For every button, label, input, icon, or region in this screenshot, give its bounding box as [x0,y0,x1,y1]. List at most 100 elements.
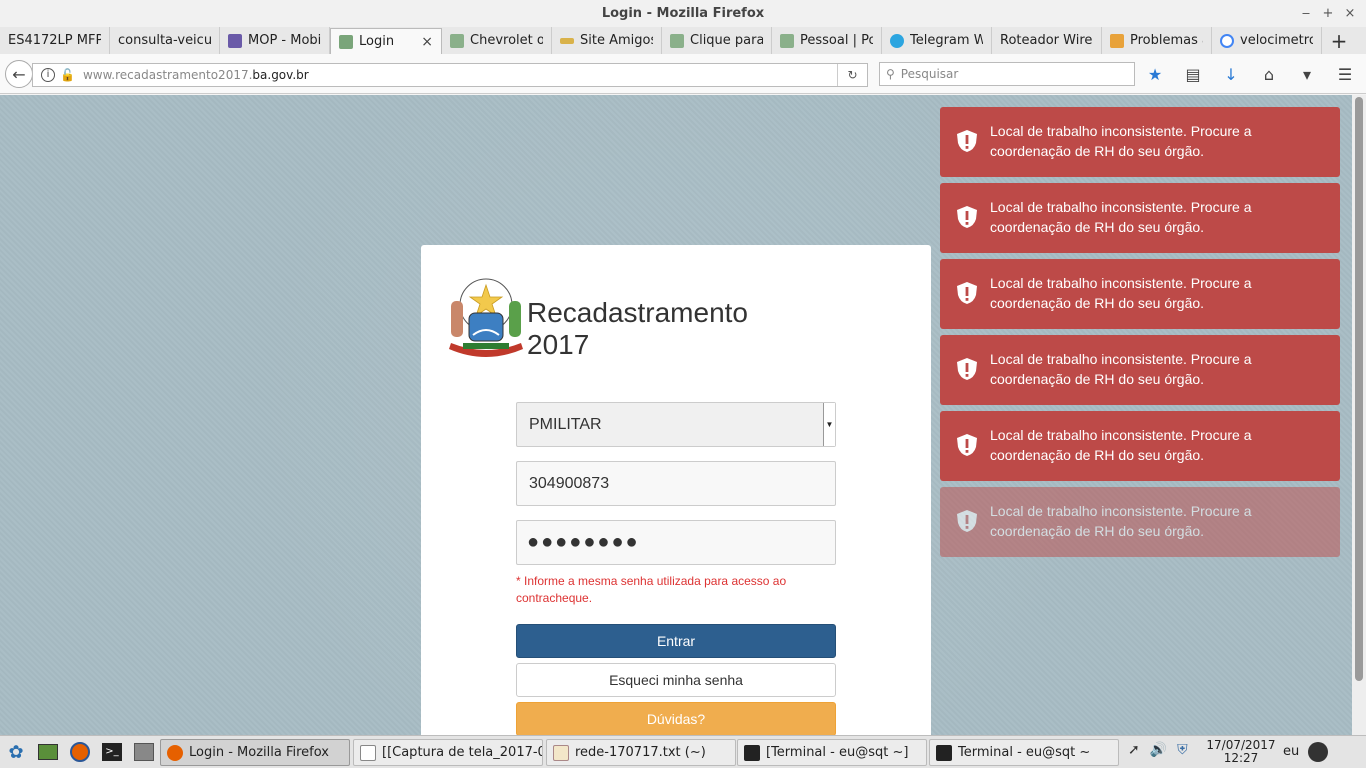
tab-consulta-veiculo[interactable]: consulta-veiculo [110,27,220,54]
chevron-down-icon[interactable]: ▼ [823,403,835,446]
user-id-input[interactable]: 304900873 [516,461,836,506]
task-terminal-1[interactable]: [Terminal - eu@sqt ~] [737,739,927,766]
toolbar-icons: ★ ▤ ↓ ⌂ ▾ ☰ [1145,62,1355,86]
page-scrollbar[interactable] [1352,95,1366,735]
tab-roteador[interactable]: Roteador Wirele [992,27,1102,54]
page-icon [780,33,794,48]
task-firefox[interactable]: Login - Mozilla Firefox [160,739,350,766]
tab-login[interactable]: Login × [330,28,442,54]
task-screenshot[interactable]: [[Captura de tela_2017-07-... [353,739,543,766]
tab-pessoal[interactable]: Pessoal | Po [772,27,882,54]
chevrolet-icon [560,37,574,44]
tab-clique-para[interactable]: Clique para [662,27,772,54]
info-icon[interactable]: i [41,68,55,82]
shield-alert-icon [957,130,977,152]
arrow-left-icon: ← [12,64,26,84]
updates-shield-icon[interactable]: ⛨ [1177,742,1188,758]
tab-chevrolet[interactable]: Chevrolet of [442,27,552,54]
page-title: Recadastramento 2017 [527,297,748,361]
network-icon[interactable]: ➚ [1128,742,1140,758]
title-line-1: Recadastramento [527,297,749,328]
forgot-password-button[interactable]: Esqueci minha senha [516,663,836,697]
page-content: Recadastramento 2017 PMILITAR ▼ 30490087… [0,95,1352,735]
organization-select[interactable]: PMILITAR ▼ [516,402,836,447]
shield-alert-icon [957,282,977,304]
close-window-button[interactable]: × [1344,0,1356,27]
window-titlebar: Login - Mozilla Firefox ‒ + × [0,0,1366,27]
tab-label: Clique para [690,33,763,48]
terminal-launcher-icon[interactable]: >_ [100,740,124,764]
desktop-icon[interactable] [36,740,60,764]
new-tab-button[interactable]: + [1322,27,1356,54]
home-icon[interactable]: ⌂ [1259,65,1279,84]
tab-label: consulta-veiculo [118,33,211,48]
error-notification[interactable]: Local de trabalho inconsistente. Procure… [940,335,1340,405]
menu-icon[interactable]: ☰ [1335,65,1355,84]
xfce-menu-icon[interactable]: ✿ [4,740,28,764]
power-icon[interactable] [1308,742,1328,762]
login-card: Recadastramento 2017 PMILITAR ▼ 30490087… [421,245,931,735]
scrollbar-thumb[interactable] [1355,97,1363,681]
terminal-icon [744,744,760,761]
google-icon [1220,33,1234,48]
error-notification[interactable]: Local de trabalho inconsistente. Procure… [940,107,1340,177]
task-label: [Terminal - eu@sqt ~] [766,745,909,760]
reading-list-icon[interactable]: ▤ [1183,65,1203,84]
tab-label: Telegram W [910,33,983,48]
notification-message: Local de trabalho inconsistente. Procure… [990,351,1252,387]
tab-label: Problemas a [1130,33,1203,48]
user-id-value: 304900873 [529,474,610,492]
url-text[interactable]: www.recadastramento2017.ba.gov.br [83,68,309,82]
minimize-button[interactable]: ‒ [1300,0,1312,27]
window-controls: ‒ + × [1300,0,1356,27]
state-coat-of-arms-logo [449,278,523,357]
shield-alert-icon [957,206,977,228]
maximize-button[interactable]: + [1322,0,1334,27]
tab-site-amigos[interactable]: Site Amigos [552,27,662,54]
help-button[interactable]: Dúvidas? [516,702,836,735]
clock[interactable]: 17/07/2017 12:27 [1206,739,1276,765]
tab-label: Roteador Wirele [1000,33,1093,48]
insecure-lock-icon[interactable]: 🔓 [60,68,75,82]
file-manager-icon[interactable] [132,740,156,764]
bookmark-star-icon[interactable]: ★ [1145,65,1165,84]
task-label: Terminal - eu@sqt ~ [958,745,1091,760]
close-tab-icon[interactable]: × [421,34,433,50]
error-notification[interactable]: Local de trabalho inconsistente. Procure… [940,411,1340,481]
tab-es4172lp[interactable]: ES4172LP MFP [0,27,110,54]
tab-problemas[interactable]: Problemas a [1102,27,1212,54]
system-tray: ➚ 🔊 ⛨ [1128,742,1188,758]
notification-message: Local de trabalho inconsistente. Procure… [990,199,1252,235]
pocket-icon[interactable]: ▾ [1297,65,1317,84]
password-hint: * Informe a mesma senha utilizada para a… [516,574,787,605]
back-button[interactable]: ← [5,60,33,88]
page-icon [670,33,684,48]
search-placeholder: Pesquisar [900,67,959,81]
login-button[interactable]: Entrar [516,624,836,658]
task-terminal-2[interactable]: Terminal - eu@sqt ~ [929,739,1119,766]
error-notification[interactable]: Local de trabalho inconsistente. Procure… [940,183,1340,253]
download-icon[interactable]: ↓ [1221,65,1241,84]
tab-velocimetro[interactable]: velocimetro [1212,27,1322,54]
keyboard-layout[interactable]: eu [1283,744,1299,759]
organization-select-value: PMILITAR [529,415,602,433]
url-prefix: www.recadastramento2017. [82,68,253,82]
volume-icon[interactable]: 🔊 [1150,742,1167,758]
firefox-launcher-icon[interactable] [68,740,92,764]
tab-telegram[interactable]: Telegram W [882,27,992,54]
firefox-icon [167,744,183,761]
notification-message: Local de trabalho inconsistente. Procure… [990,123,1252,159]
url-bar[interactable]: i 🔓 www.recadastramento2017.ba.gov.br ↻ [32,63,868,87]
error-notification[interactable]: Local de trabalho inconsistente. Procure… [940,259,1340,329]
password-input[interactable]: ●●●●●●●● [516,520,836,565]
task-text-editor[interactable]: rede-170717.txt (~) [546,739,736,766]
tab-label: velocimetro [1240,33,1313,48]
tab-label: MOP - Mobi [248,33,321,48]
page-icon [450,33,464,48]
tab-mop[interactable]: MOP - Mobi [220,27,330,54]
reload-icon[interactable]: ↻ [837,64,867,86]
error-notification[interactable]: Local de trabalho inconsistente. Procure… [940,487,1340,557]
search-input[interactable]: ⚲ Pesquisar [879,62,1135,86]
mop-icon [228,33,242,48]
text-editor-icon [553,744,569,761]
